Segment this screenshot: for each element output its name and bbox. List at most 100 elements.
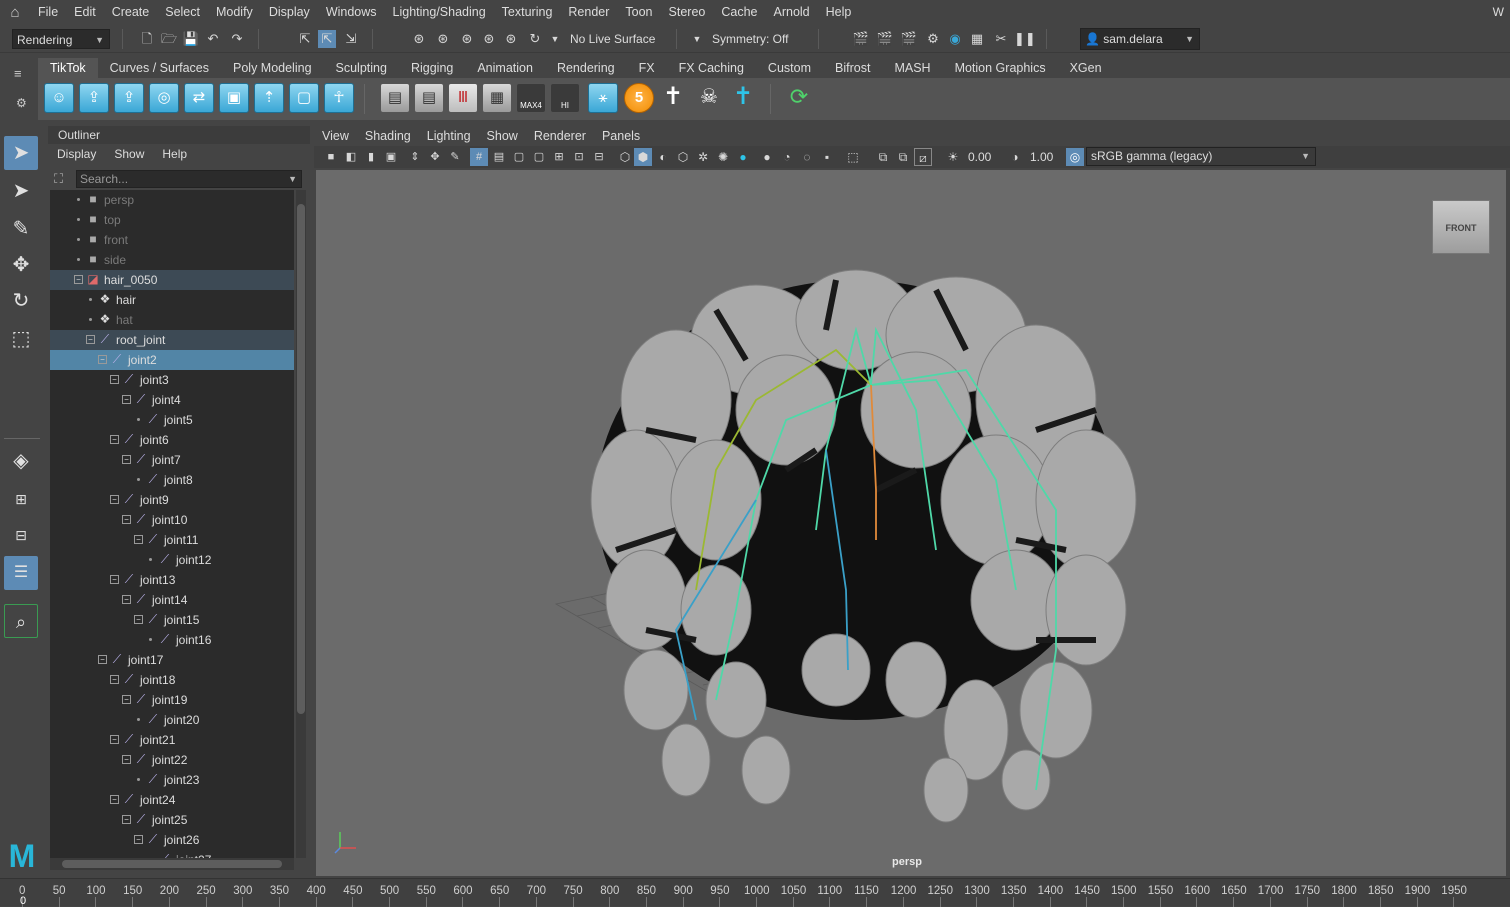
viewport-menu-show[interactable]: Show [479, 126, 526, 146]
outliner-row[interactable]: ⟋ joint20 [50, 710, 294, 730]
shelf-tab-mash[interactable]: MASH [882, 58, 942, 78]
collapse-icon[interactable]: − [110, 495, 119, 504]
snap-live-icon[interactable]: ↻ [526, 30, 544, 48]
collapse-icon[interactable]: − [98, 655, 107, 664]
menu-arnold[interactable]: Arnold [766, 0, 818, 25]
home-icon[interactable]: ⌂ [0, 0, 30, 25]
outliner-row[interactable]: − ⟋ joint24 [50, 790, 294, 810]
outliner-layout-icon[interactable]: ☰ [4, 556, 38, 590]
select-hierarchy-icon[interactable]: ⇱ [296, 30, 314, 48]
arnold-render-icon[interactable]: ◉ [946, 30, 964, 48]
shadows-icon[interactable]: ● [734, 148, 752, 166]
shelf-tab-bifrost[interactable]: Bifrost [823, 58, 882, 78]
3d-viewport-canvas[interactable]: FRONT persp [316, 170, 1506, 876]
shelf-tab-fx[interactable]: FX [627, 58, 667, 78]
outliner-row[interactable]: − ⟋ joint7 [50, 450, 294, 470]
viewport-menu-view[interactable]: View [314, 126, 357, 146]
shelf-tab-motion-graphics[interactable]: Motion Graphics [943, 58, 1058, 78]
playblast-icon[interactable]: ✂ [992, 30, 1010, 48]
chevron-down-icon[interactable]: ▼ [546, 30, 564, 48]
shelf-tab-curves-surfaces[interactable]: Curves / Surfaces [98, 58, 221, 78]
depth-of-field-icon[interactable]: ▪ [818, 148, 836, 166]
camera-select-icon[interactable]: ■ [322, 148, 340, 166]
bookmark-icon[interactable]: ▮ [362, 148, 380, 166]
menu-stereo[interactable]: Stereo [661, 0, 714, 25]
single-pane-icon[interactable]: ◈ [4, 444, 38, 478]
menu-cache[interactable]: Cache [713, 0, 765, 25]
collapse-icon[interactable]: − [110, 795, 119, 804]
outliner-menu-show[interactable]: Show [105, 144, 153, 164]
outliner-menu-help[interactable]: Help [153, 144, 196, 164]
outliner-row[interactable]: ⟋ joint16 [50, 630, 294, 650]
export-icon[interactable]: ⇪ [79, 83, 109, 113]
collapse-icon[interactable]: − [122, 595, 131, 604]
outliner-row[interactable]: − ⟋ joint14 [50, 590, 294, 610]
outliner-row[interactable]: − ⟋ joint19 [50, 690, 294, 710]
menu-texturing[interactable]: Texturing [494, 0, 561, 25]
bars-icon[interactable]: Ⅲ [448, 83, 478, 113]
render-frame-icon[interactable]: 🎬 [852, 30, 870, 48]
color-management-icon[interactable]: ◎ [1066, 148, 1084, 166]
viewport-menu-renderer[interactable]: Renderer [526, 126, 594, 146]
xray-joints-icon[interactable]: ⧉ [894, 148, 912, 166]
outliner-row[interactable]: − ⟋ joint17 [50, 650, 294, 670]
viewport-menu-panels[interactable]: Panels [594, 126, 648, 146]
outliner-row[interactable]: ⟋ joint8 [50, 470, 294, 490]
shelf-tab-fx-caching[interactable]: FX Caching [667, 58, 756, 78]
image-plane-icon[interactable]: ▣ [382, 148, 400, 166]
rotate-tool-icon[interactable]: ↻ [4, 284, 38, 318]
outliner-row[interactable]: − ⟋ joint21 [50, 730, 294, 750]
outliner-row[interactable]: − ⟋ joint26 [50, 830, 294, 850]
outliner-row[interactable]: − ⟋ joint6 [50, 430, 294, 450]
wireframe-on-shaded-icon[interactable]: ⬡ [674, 148, 692, 166]
collapse-icon[interactable]: − [110, 675, 119, 684]
hi-icon[interactable]: HI [550, 83, 580, 113]
live-surface-label[interactable]: No Live Surface [570, 30, 655, 48]
shelf-tab-animation[interactable]: Animation [465, 58, 545, 78]
ambient-occlusion-icon[interactable]: ● [758, 148, 776, 166]
collapse-icon[interactable]: − [134, 535, 143, 544]
outliner-search-input[interactable]: Search... ▼ [76, 170, 302, 188]
shelf-tab-sculpting[interactable]: Sculpting [324, 58, 399, 78]
grease-pencil-icon[interactable]: ✎ [446, 148, 464, 166]
paint-select-icon[interactable]: ✎ [4, 212, 38, 246]
shelf-tab-tiktok[interactable]: TikTok [38, 58, 98, 78]
menu-create[interactable]: Create [104, 0, 158, 25]
collapse-icon[interactable]: − [74, 275, 83, 284]
select-tool-icon[interactable]: ➤ [4, 136, 38, 170]
import-icon[interactable]: ⇪ [114, 83, 144, 113]
film-gate-icon[interactable]: ▤ [490, 148, 508, 166]
collapse-icon[interactable]: − [110, 735, 119, 744]
snap-grid-icon[interactable]: ⊛ [410, 30, 428, 48]
transfer-icon[interactable]: ⇄ [184, 83, 214, 113]
batch-icon[interactable]: ▤ [414, 83, 444, 113]
menu-file[interactable]: File [30, 0, 66, 25]
head-icon[interactable]: ☺ [44, 83, 74, 113]
collapse-icon[interactable]: − [86, 335, 95, 344]
safe-title-icon[interactable]: ⊟ [590, 148, 608, 166]
shelf-tab-xgen[interactable]: XGen [1058, 58, 1114, 78]
shelf-tab-poly-modeling[interactable]: Poly Modeling [221, 58, 324, 78]
outliner-row[interactable]: ⟋joint27 [50, 850, 294, 858]
number-five-icon[interactable]: 5 [624, 83, 654, 113]
default-material-icon[interactable]: ◐ [654, 148, 672, 166]
outliner-row[interactable]: ❖ hair [50, 290, 294, 310]
collapse-icon[interactable]: − [122, 395, 131, 404]
grid-toggle-icon[interactable]: # [470, 148, 488, 166]
textured-icon[interactable]: ✲ [694, 148, 712, 166]
camera-attr-icon[interactable]: ◧ [342, 148, 360, 166]
save-scene-icon[interactable]: 💾 [182, 30, 200, 48]
render-settings-icon[interactable]: 🎬 [900, 30, 918, 48]
outliner-row[interactable]: − ⟋ joint3 [50, 370, 294, 390]
two-pane-icon[interactable]: ⊟ [4, 518, 38, 552]
tpose-cyan-icon[interactable]: ✝ [728, 83, 758, 113]
wireframe-icon[interactable]: ⬡ [616, 148, 634, 166]
share-icon[interactable]: ⚹ [588, 83, 618, 113]
redo-icon[interactable]: ↷ [228, 30, 246, 48]
menu-modify[interactable]: Modify [208, 0, 261, 25]
outliner-menu-display[interactable]: Display [48, 144, 105, 164]
lights-icon[interactable]: ✺ [714, 148, 732, 166]
outliner-row[interactable]: − ⟋ joint15 [50, 610, 294, 630]
outliner-row[interactable]: − ⟋ root_joint [50, 330, 294, 350]
shelf-menu-icon[interactable]: ≡ [14, 66, 22, 81]
